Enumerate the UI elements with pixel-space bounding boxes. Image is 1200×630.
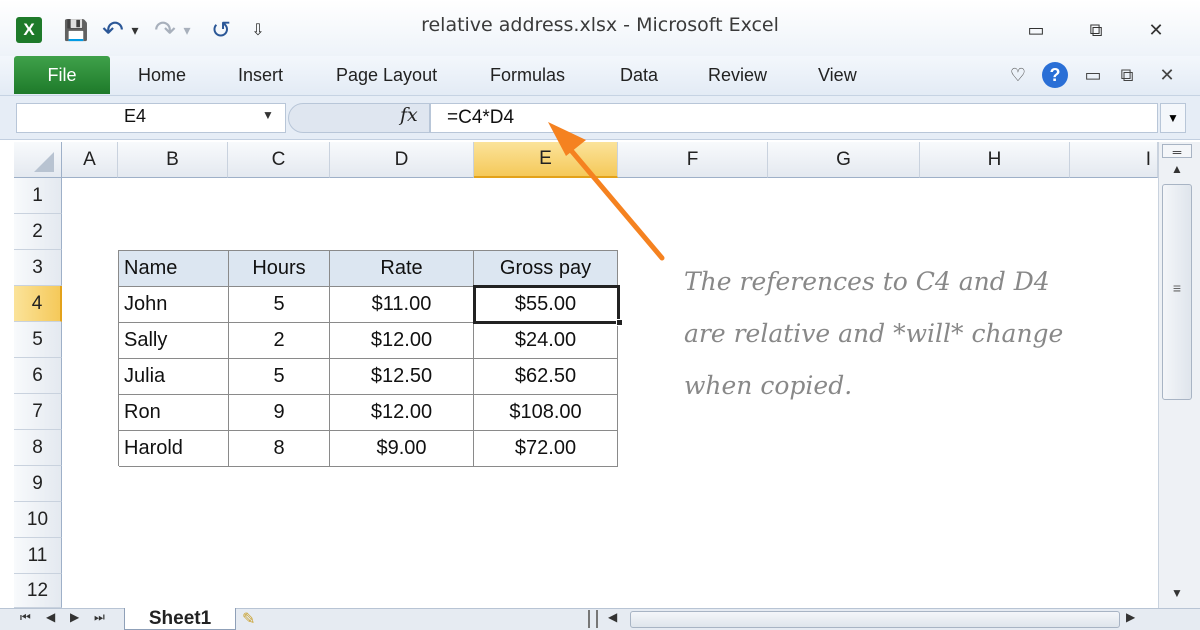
first-sheet-icon[interactable]: ⏮	[20, 610, 31, 625]
ribbon-restore-icon[interactable]: ⧉	[1114, 60, 1140, 90]
row-header-4[interactable]: 4	[14, 286, 62, 322]
table-cell-hours[interactable]: 5	[229, 359, 330, 395]
table-cell-gross-pay[interactable]: $24.00	[474, 323, 618, 359]
horizontal-scroll-thumb[interactable]	[630, 611, 1120, 628]
column-header-h[interactable]: H	[920, 142, 1070, 178]
favorite-icon[interactable]: ♡	[1006, 60, 1030, 90]
table-cell-rate[interactable]: $12.00	[330, 395, 474, 431]
column-header-c[interactable]: C	[228, 142, 330, 178]
scroll-right-icon[interactable]: ▶	[1126, 610, 1135, 624]
table-cell-name[interactable]: Harold	[119, 431, 229, 467]
name-box-value: E4	[124, 106, 147, 126]
row-header-8[interactable]: 8	[14, 430, 62, 466]
annotation-line-2: are relative and *will* change	[684, 319, 1064, 348]
next-sheet-icon[interactable]: ▶	[70, 610, 79, 624]
row-header-9[interactable]: 9	[14, 466, 62, 502]
annotation-arrow-icon	[548, 122, 665, 261]
table-cell-gross-pay[interactable]: $62.50	[474, 359, 618, 395]
annotation-line-3: when copied.	[684, 371, 853, 400]
annotation-line-1: The references to C4 and D4	[684, 267, 1050, 296]
row-header-12[interactable]: 12	[14, 574, 62, 608]
column-header-i[interactable]: I	[1070, 142, 1158, 178]
last-sheet-icon[interactable]: ⏭	[94, 610, 105, 625]
table-cell-hours[interactable]: 8	[229, 431, 330, 467]
table-cell-rate[interactable]: $11.00	[330, 287, 474, 323]
row-header-5[interactable]: 5	[14, 322, 62, 358]
name-box[interactable]	[16, 103, 286, 133]
tab-page-layout[interactable]: Page Layout	[336, 56, 437, 94]
table-cell-rate[interactable]: $9.00	[330, 431, 474, 467]
select-all-corner[interactable]	[14, 142, 62, 178]
tab-home[interactable]: Home	[138, 56, 186, 94]
sheet-tab-sheet1[interactable]: Sheet1	[124, 608, 236, 630]
active-cell-outline	[473, 285, 620, 324]
table-header-hours[interactable]: Hours	[229, 251, 330, 287]
ribbon-close-icon[interactable]: ✕	[1154, 60, 1180, 90]
scroll-left-icon[interactable]: ◀	[608, 610, 617, 624]
insert-worksheet-icon[interactable]: ✎	[242, 609, 255, 629]
column-header-a[interactable]: A	[62, 142, 118, 178]
window-restore-icon[interactable]: ⧉	[1076, 16, 1116, 44]
select-all-triangle-icon	[34, 152, 54, 172]
help-icon[interactable]: ?	[1040, 60, 1070, 90]
column-header-g[interactable]: G	[768, 142, 920, 178]
split-handle-icon[interactable]: ═	[1162, 144, 1192, 159]
window-minimize-icon[interactable]: ▭	[1016, 16, 1056, 44]
scroll-up-icon[interactable]: ▲	[1164, 162, 1190, 176]
file-tab[interactable]: File	[14, 56, 110, 94]
table-header-rate[interactable]: Rate	[330, 251, 474, 287]
column-header-d[interactable]: D	[330, 142, 474, 178]
tab-formulas[interactable]: Formulas	[490, 56, 565, 94]
table-cell-hours[interactable]: 9	[229, 395, 330, 431]
row-header-2[interactable]: 2	[14, 214, 62, 250]
window-close-icon[interactable]: ✕	[1136, 16, 1176, 44]
table-cell-hours[interactable]: 2	[229, 323, 330, 359]
tab-view[interactable]: View	[818, 56, 857, 94]
table-cell-name[interactable]: Sally	[119, 323, 229, 359]
table-header-name[interactable]: Name	[119, 251, 229, 287]
table-cell-gross-pay[interactable]: $72.00	[474, 431, 618, 467]
table-cell-name[interactable]: Ron	[119, 395, 229, 431]
row-header-11[interactable]: 11	[14, 538, 62, 574]
row-header-1[interactable]: 1	[14, 178, 62, 214]
table-cell-name[interactable]: John	[119, 287, 229, 323]
row-header-3[interactable]: 3	[14, 250, 62, 286]
thumb-grip-icon: ≡	[1172, 280, 1182, 296]
table-cell-rate[interactable]: $12.50	[330, 359, 474, 395]
row-header-7[interactable]: 7	[14, 394, 62, 430]
table-cell-name[interactable]: Julia	[119, 359, 229, 395]
tab-insert[interactable]: Insert	[238, 56, 283, 94]
table-cell-hours[interactable]: 5	[229, 287, 330, 323]
insert-function-icon[interactable]: fx	[400, 104, 418, 126]
fill-handle[interactable]	[616, 319, 623, 326]
tab-data[interactable]: Data	[620, 56, 658, 94]
tab-split-handle-icon[interactable]	[588, 610, 598, 628]
tab-review[interactable]: Review	[708, 56, 767, 94]
ribbon-minimize-icon[interactable]: ▭	[1080, 60, 1106, 90]
expand-formula-bar-icon[interactable]: ▼	[1160, 103, 1186, 133]
name-box-dropdown-icon[interactable]: ▼	[262, 108, 274, 122]
row-header-10[interactable]: 10	[14, 502, 62, 538]
annotation-note: The references to C4 and D4 are relative…	[684, 256, 1154, 412]
table-cell-rate[interactable]: $12.00	[330, 323, 474, 359]
row-header-6[interactable]: 6	[14, 358, 62, 394]
table-cell-gross-pay[interactable]: $108.00	[474, 395, 618, 431]
scroll-down-icon[interactable]: ▼	[1164, 586, 1190, 600]
prev-sheet-icon[interactable]: ◀	[46, 610, 55, 624]
column-header-b[interactable]: B	[118, 142, 228, 178]
